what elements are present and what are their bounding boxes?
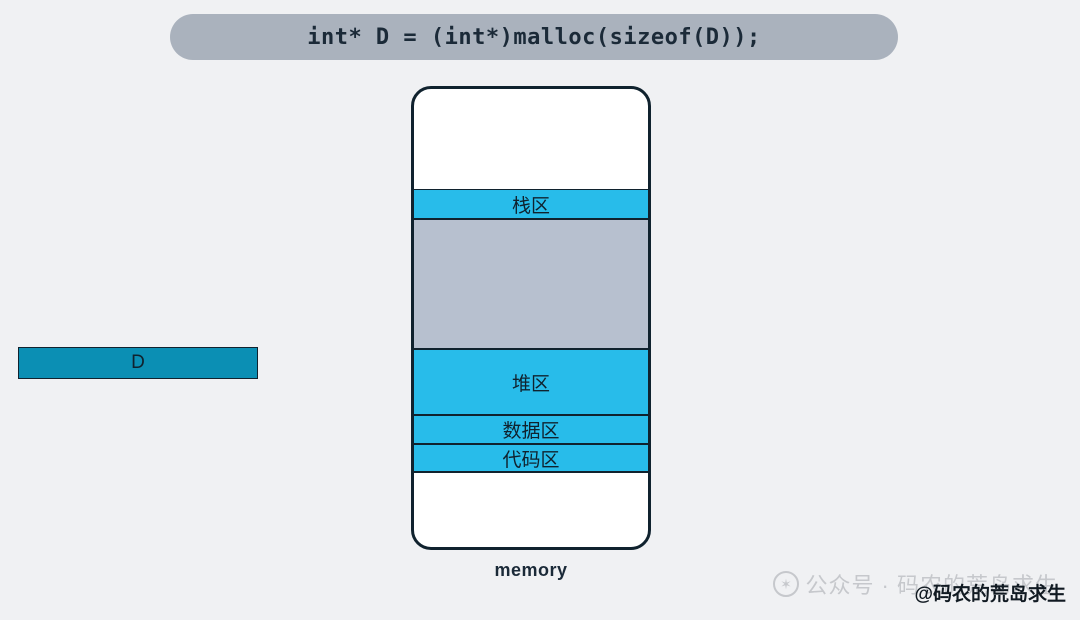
memory-caption: memory: [411, 560, 651, 581]
watermark-dark: @码农的荒岛求生: [914, 579, 1066, 606]
region-heap: 堆区: [414, 349, 648, 415]
code-snippet: int* D = (int*)malloc(sizeof(D));: [170, 14, 898, 60]
region-free: [414, 219, 648, 349]
region-data: 数据区: [414, 415, 648, 444]
region-code: 代码区: [414, 444, 648, 473]
region-stack: 栈区: [414, 189, 648, 219]
memory-layout: 栈区 堆区 数据区 代码区: [411, 86, 651, 550]
wechat-icon: ✶: [773, 571, 799, 597]
pointer-d-block: D: [18, 347, 258, 379]
